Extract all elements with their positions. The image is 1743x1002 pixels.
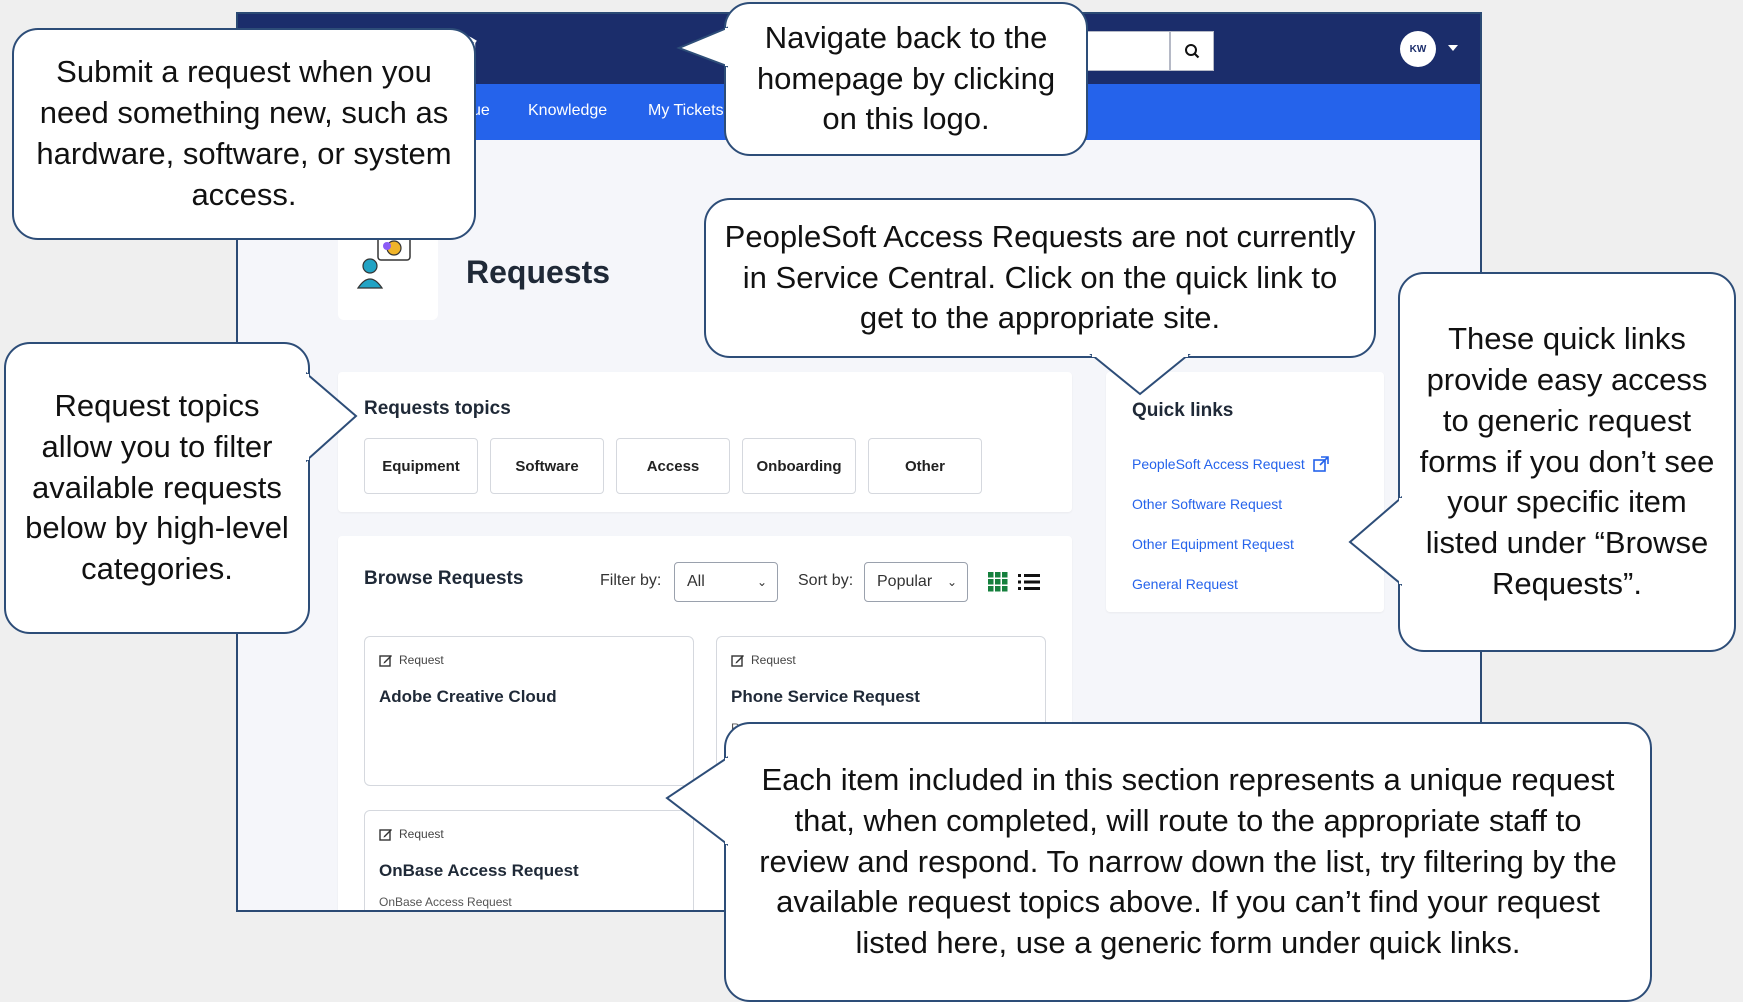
list-view-icon[interactable]	[1018, 572, 1040, 592]
callout-browse-items: Each item included in this section repre…	[724, 722, 1652, 1002]
sort-select[interactable]: Popular ⌄	[864, 562, 968, 602]
request-topics-title: Requests topics	[364, 398, 511, 419]
grid-view-icon[interactable]	[988, 572, 1008, 592]
chevron-down-icon: ⌄	[756, 575, 767, 589]
callout-quick-links-pointer	[1348, 495, 1403, 587]
topic-onboarding-button[interactable]: Onboarding	[742, 438, 856, 494]
callout-logo-pointer	[676, 26, 729, 68]
edit-icon	[379, 655, 392, 667]
callout-topics-pointer	[305, 371, 358, 463]
chevron-down-icon[interactable]	[1448, 45, 1458, 51]
search-icon	[1185, 44, 1200, 59]
callout-request-topics: Request topics allow you to filter avail…	[4, 342, 310, 634]
callout-submit-request: Submit a request when you need something…	[12, 28, 476, 240]
topic-software-button[interactable]: Software	[490, 438, 604, 494]
quick-link-general-request[interactable]: General Request	[1132, 576, 1238, 592]
edit-icon	[731, 655, 744, 667]
request-name: OnBase Access Request	[379, 861, 579, 880]
browse-requests-title: Browse Requests	[364, 568, 524, 589]
avatar[interactable]: KW	[1400, 31, 1436, 67]
request-description: OnBase Access Request	[379, 895, 512, 909]
nav-item-knowledge[interactable]: Knowledge	[528, 102, 607, 120]
topic-access-button[interactable]: Access	[616, 438, 730, 494]
callout-quick-links: These quick links provide easy access to…	[1398, 272, 1736, 652]
request-name: Phone Service Request	[731, 687, 920, 706]
request-name: Adobe Creative Cloud	[379, 687, 557, 706]
external-link-icon	[1312, 456, 1329, 472]
edit-icon	[379, 829, 392, 841]
filter-select-value: All	[687, 573, 705, 590]
callout-peoplesoft-pointer	[1089, 353, 1191, 396]
topic-other-button[interactable]: Other	[868, 438, 982, 494]
request-card-onbase[interactable]: Request OnBase Access Request OnBase Acc…	[364, 810, 694, 910]
topic-equipment-button[interactable]: Equipment	[364, 438, 478, 494]
callout-items-pointer	[665, 756, 729, 847]
request-tag: Request	[379, 653, 444, 667]
filter-label: Filter by:	[600, 572, 662, 589]
nav-item-my-tickets[interactable]: My Tickets	[648, 102, 724, 120]
page-title: Requests	[466, 254, 611, 290]
request-tag: Request	[379, 827, 444, 841]
callout-peoplesoft: PeopleSoft Access Requests are not curre…	[704, 198, 1376, 358]
sort-select-value: Popular	[877, 573, 933, 590]
filter-select[interactable]: All ⌄	[674, 562, 778, 602]
sort-label: Sort by:	[798, 572, 854, 589]
request-topics-card: Requests topics Equipment Software Acces…	[338, 372, 1072, 512]
request-tag: Request	[731, 653, 796, 667]
quick-link-peoplesoft[interactable]: PeopleSoft Access Request	[1132, 456, 1329, 472]
quick-link-other-software[interactable]: Other Software Request	[1132, 496, 1282, 512]
quick-link-other-equipment[interactable]: Other Equipment Request	[1132, 536, 1294, 552]
quick-links-card: Quick links PeopleSoft Access Request Ot…	[1106, 372, 1384, 612]
request-card-adobe[interactable]: Request Adobe Creative Cloud	[364, 636, 694, 786]
quick-links-title: Quick links	[1132, 400, 1234, 421]
callout-logo: Navigate back to the homepage by clickin…	[724, 2, 1088, 156]
chevron-down-icon: ⌄	[946, 575, 957, 589]
search-button[interactable]	[1170, 31, 1214, 71]
